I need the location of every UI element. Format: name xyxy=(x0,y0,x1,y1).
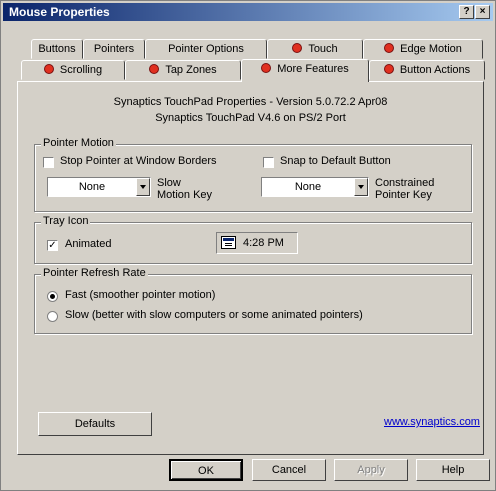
mouse-properties-window: Mouse Properties ? × Buttons Pointers Po… xyxy=(0,0,496,491)
slow-motion-label-2: Motion Key xyxy=(157,189,213,201)
constrained-label-2: Pointer Key xyxy=(375,189,432,201)
close-title-button[interactable]: × xyxy=(475,5,490,19)
driver-version-text: Synaptics TouchPad Properties - Version … xyxy=(113,96,388,108)
tab-button-actions[interactable]: Button Actions xyxy=(369,60,485,80)
synaptics-touch-icon xyxy=(384,43,395,53)
tab-more-features[interactable]: More Features xyxy=(241,59,369,82)
constrained-label: Constrained xyxy=(375,177,435,189)
slow-radio[interactable] xyxy=(47,311,58,322)
ok-button[interactable]: OK xyxy=(169,459,243,481)
tab-pointer-options[interactable]: Pointer Options xyxy=(145,39,267,59)
synaptics-touch-icon xyxy=(383,64,394,74)
help-title-button[interactable]: ? xyxy=(459,5,474,19)
tab-edge-motion[interactable]: Edge Motion xyxy=(363,39,483,59)
defaults-button[interactable]: Defaults xyxy=(38,412,152,436)
tray-clock-time: 4:28 PM xyxy=(243,237,284,249)
slow-radio-label: Slow (better with slow computers or some… xyxy=(65,309,363,321)
title-bar: Mouse Properties ? × xyxy=(3,3,493,21)
device-port-text: Synaptics TouchPad V4.6 on PS/2 Port xyxy=(155,112,346,124)
animated-checkbox[interactable]: ✓ xyxy=(47,240,58,251)
snap-default-checkbox[interactable] xyxy=(263,157,274,168)
tab-pointers[interactable]: Pointers xyxy=(83,39,145,59)
slow-motion-label: Slow xyxy=(157,177,181,189)
tab-touch[interactable]: Touch xyxy=(267,39,363,59)
cancel-button[interactable]: Cancel xyxy=(252,459,326,481)
synaptics-website-link[interactable]: www.synaptics.com xyxy=(384,416,480,428)
slow-motion-key-select[interactable]: None xyxy=(47,177,151,197)
pointer-motion-group: Pointer Motion Stop Pointer at Window Bo… xyxy=(34,137,472,212)
tab-scrolling[interactable]: Scrolling xyxy=(21,60,125,80)
pointer-refresh-rate-label: Pointer Refresh Rate xyxy=(41,267,148,279)
animated-label: Animated xyxy=(65,238,112,250)
constrained-pointer-key-select[interactable]: None xyxy=(261,177,369,197)
dropdown-arrow-icon[interactable] xyxy=(354,178,368,196)
tab-tap-zones[interactable]: Tap Zones xyxy=(125,60,241,80)
more-features-panel: Synaptics TouchPad Properties - Version … xyxy=(17,81,484,455)
fast-radio-label: Fast (smoother pointer motion) xyxy=(65,289,216,301)
stop-pointer-checkbox[interactable] xyxy=(43,157,54,168)
tray-icon-label: Tray Icon xyxy=(41,215,91,227)
tray-preview: 4:28 PM xyxy=(216,232,298,254)
apply-button[interactable]: Apply xyxy=(334,459,408,481)
window-title: Mouse Properties xyxy=(9,5,110,19)
stop-pointer-label: Stop Pointer at Window Borders xyxy=(60,155,217,167)
tab-buttons[interactable]: Buttons xyxy=(31,39,83,59)
snap-default-label: Snap to Default Button xyxy=(280,155,391,167)
dropdown-arrow-icon[interactable] xyxy=(136,178,150,196)
synaptics-touch-icon xyxy=(292,43,303,53)
synaptics-touch-icon xyxy=(149,64,160,74)
synaptics-touch-icon xyxy=(261,63,272,73)
fast-radio[interactable] xyxy=(47,291,58,302)
help-button[interactable]: Help xyxy=(416,459,490,481)
pointer-refresh-rate-group: Pointer Refresh Rate Fast (smoother poin… xyxy=(34,267,472,334)
tray-touchpad-icon xyxy=(221,236,236,249)
synaptics-touch-icon xyxy=(43,64,54,74)
pointer-motion-label: Pointer Motion xyxy=(41,137,116,149)
